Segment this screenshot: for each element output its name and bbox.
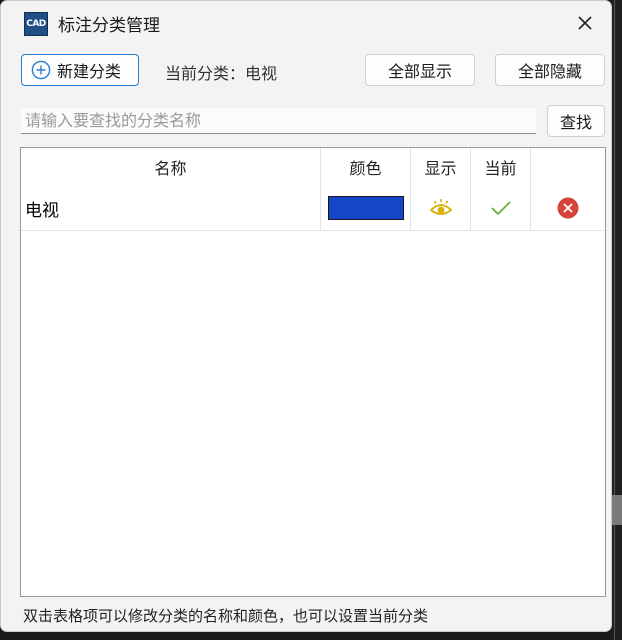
app-icon-label: CAD [26,19,46,29]
header-current[interactable]: 当前 [471,148,531,186]
close-button[interactable] [571,9,599,37]
background-scroll [612,495,622,525]
eye-icon[interactable] [429,198,453,218]
status-hint: 双击表格项可以修改分类的名称和颜色，也可以设置当前分类 [23,607,429,625]
current-category-text: 当前分类：电视 [165,64,278,83]
new-category-button[interactable]: 新建分类 [21,54,139,86]
checkmark-icon[interactable] [490,199,512,217]
row-color-cell[interactable] [321,186,411,230]
window-title: 标注分类管理 [58,16,160,36]
find-button[interactable]: 查找 [547,105,605,137]
row-name-cell[interactable]: 电视 [21,186,321,230]
header-show[interactable]: 显示 [411,148,471,186]
header-name[interactable]: 名称 [21,148,321,186]
category-table: 名称 颜色 显示 当前 电视 [20,147,606,597]
table-row[interactable]: 电视 [21,186,605,231]
show-all-button[interactable]: 全部显示 [365,54,475,86]
row-current-cell[interactable] [471,186,531,230]
search-input[interactable] [21,108,536,134]
header-color[interactable]: 颜色 [321,148,411,186]
header-delete [531,148,605,186]
row-delete-cell[interactable] [531,186,605,230]
dialog-window: CAD 标注分类管理 新建分类 当前分类：电视 全部显示 全部隐藏 查找 名称 … [0,0,612,632]
hide-all-button[interactable]: 全部隐藏 [495,54,605,86]
new-category-label: 新建分类 [57,62,122,81]
app-icon: CAD [24,12,48,36]
delete-icon[interactable] [557,197,579,219]
background-line [614,0,615,640]
close-icon [578,16,592,30]
color-swatch[interactable] [327,196,404,220]
add-circle-icon [31,60,51,80]
table-header: 名称 颜色 显示 当前 [21,148,605,186]
title-bar: CAD 标注分类管理 [1,1,611,45]
row-visible-cell[interactable] [411,186,471,230]
